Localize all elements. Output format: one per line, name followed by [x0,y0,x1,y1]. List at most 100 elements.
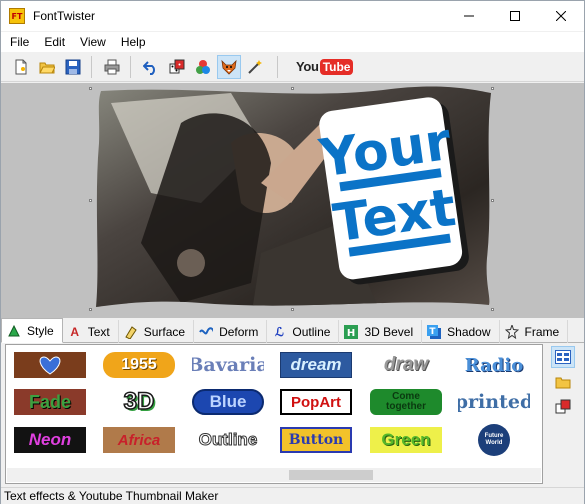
selection-handle[interactable] [89,308,92,311]
gallery-open-button[interactable] [551,371,575,393]
bevel-icon: H [344,324,359,339]
style-thumb-1955[interactable]: 1955 [103,352,175,378]
style-thumb-draw[interactable]: draw [370,352,442,378]
style-thumb-neon[interactable]: Neon [14,427,86,453]
scrollbar-thumb[interactable] [289,470,373,480]
style-gallery: 1955 Bavaria dream draw Radio Fade 3D Bl… [5,344,543,484]
tab-3d-bevel[interactable]: H 3D Bevel [339,320,423,343]
style-thumb-heart[interactable] [14,352,86,378]
colors-button[interactable] [191,55,215,79]
text-icon: A [70,324,80,339]
tab-outline-label: Outline [292,324,331,339]
random-button[interactable] [165,55,189,79]
undo-button[interactable] [139,55,163,79]
wand-button[interactable] [243,55,267,79]
gallery-view-icon [555,350,571,364]
app-window: FT FontTwister File Edit View Help You T… [0,0,585,504]
new-document-icon [15,59,27,74]
frame-icon [504,324,519,339]
menu-help[interactable]: Help [112,35,152,49]
magic-wand-icon [248,59,262,74]
selection-handle[interactable] [89,199,92,202]
status-bar: Text effects & Youtube Thumbnail Maker [1,487,584,504]
status-text: Text effects & Youtube Thumbnail Maker [4,489,219,503]
style-thumb-popart[interactable]: PopArt [280,389,352,415]
minimize-button[interactable] [446,1,492,31]
toolbar-separator [91,55,92,78]
maximize-button[interactable] [492,1,538,31]
fox-icon [221,59,237,75]
selection-handle[interactable] [491,87,494,90]
window-title: FontTwister [33,9,96,23]
style-thumb-fade[interactable]: Fade [14,389,86,415]
selection-handle[interactable] [491,199,494,202]
style-thumb-blue[interactable]: Blue [192,389,264,415]
tab-frame-label: Frame [524,324,560,339]
fox-button[interactable] [217,54,241,79]
style-thumb-button[interactable]: Button [280,427,352,453]
random-dice-icon [555,399,571,414]
print-icon [104,59,120,74]
new-button[interactable] [9,55,33,79]
open-button[interactable] [35,55,59,79]
tab-deform[interactable]: Deform [194,320,268,343]
gallery-random-button[interactable] [551,396,575,418]
tab-deform-label: Deform [219,324,259,339]
toolbar-separator [277,55,278,78]
close-button[interactable] [538,1,584,31]
maximize-icon [510,11,520,21]
gallery-horizontal-scrollbar[interactable] [7,468,541,482]
style-thumb-bavaria[interactable]: Bavaria [192,352,264,378]
selection-handle[interactable] [291,308,294,311]
open-folder-icon [555,377,571,389]
close-icon [556,11,566,21]
tab-shadow-label: Shadow [447,324,491,339]
style-thumb-africa[interactable]: Africa [103,427,175,453]
tab-style[interactable]: Style [1,318,63,343]
svg-text:H: H [347,328,355,339]
menu-file[interactable]: File [1,35,35,49]
surface-icon [124,325,138,339]
app-icon: FT [9,8,25,24]
shadow-icon: T [427,324,442,339]
style-thumb-3d[interactable]: 3D [103,389,175,415]
future-world-badge: Future World [478,424,510,456]
youtube-logo-you: You [296,59,319,74]
menu-edit[interactable]: Edit [35,35,71,49]
style-thumb-future-world[interactable]: Future World [458,424,530,456]
selection-handle[interactable] [89,87,92,90]
tab-surface[interactable]: Surface [119,320,195,343]
title-bar: FT FontTwister [1,1,584,31]
gallery-side-toolbar [547,346,579,421]
tab-outline[interactable]: ℒ Outline [267,320,340,343]
style-thumb-printed[interactable]: printed [458,389,530,415]
selection-handle[interactable] [491,308,494,311]
print-button[interactable] [100,55,124,79]
menu-bar: File Edit View Help [1,32,584,52]
undo-icon [143,60,155,75]
tab-shadow[interactable]: T Shadow [422,320,500,343]
style-thumb-radio[interactable]: Radio [458,352,530,378]
menu-view[interactable]: View [71,35,112,49]
minimize-icon [464,15,474,17]
selection-handle[interactable] [291,87,294,90]
effect-tabs: Style A Text Surface Deform ℒ Outline H … [1,318,584,343]
tab-frame[interactable]: Frame [500,320,569,343]
toolbar-separator [130,55,131,78]
style-thumb-dream[interactable]: dream [280,352,352,378]
tab-text-label: Text [87,324,110,339]
open-folder-icon [39,62,55,73]
tab-style-label: Style [27,323,54,338]
youtube-button[interactable]: You Tube [296,58,354,75]
style-thumb-come-together[interactable]: Come together [370,389,442,415]
deform-icon [199,325,214,339]
color-circles-icon [196,59,210,74]
preview-canvas[interactable]: Your Text [1,83,584,318]
style-thumb-outline[interactable]: Outline [192,427,264,453]
style-thumb-green[interactable]: Green [370,427,442,453]
gallery-view-button[interactable] [551,346,575,368]
save-button[interactable] [61,55,85,79]
heart-icon [39,356,61,375]
youtube-logo-tube: Tube [319,58,354,75]
tab-text[interactable]: A Text [63,320,119,343]
